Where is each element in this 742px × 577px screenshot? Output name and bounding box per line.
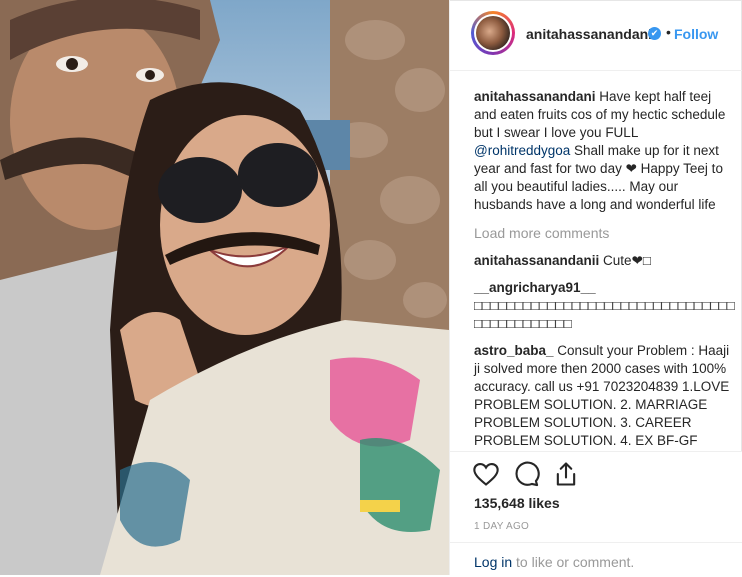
comment-username[interactable]: anitahassanandanii xyxy=(474,253,599,268)
share-button[interactable] xyxy=(552,460,580,488)
like-button[interactable] xyxy=(472,460,500,488)
post-photo[interactable] xyxy=(0,0,449,575)
comment-text: □□□□□□□□□□□□□□□□□□□□□□□□□□□□□□□□□□□□□□□□… xyxy=(474,298,735,331)
post-sidebar: anitahassanandani ✔ • Follow anitahassan… xyxy=(449,0,742,576)
avatar-image xyxy=(476,16,510,50)
load-more-comments-button[interactable]: Load more comments xyxy=(474,224,736,242)
comment-username[interactable]: astro_baba_ xyxy=(474,343,554,358)
comment-icon xyxy=(515,461,540,487)
post-timestamp[interactable]: 1 DAY AGO xyxy=(474,521,529,532)
comment-item: astro_baba_ Consult your Problem : Haaji… xyxy=(474,342,736,468)
share-icon xyxy=(556,462,576,486)
avatar-ring xyxy=(474,14,512,52)
login-prompt-text: to like or comment. xyxy=(512,554,635,570)
follow-button[interactable]: Follow xyxy=(674,26,718,42)
comments-section: anitahassanandani Have kept half teej an… xyxy=(474,88,736,477)
likes-count[interactable]: 135,648 likes xyxy=(474,495,560,511)
verified-badge-icon: ✔ xyxy=(648,27,661,40)
caption: anitahassanandani Have kept half teej an… xyxy=(474,88,736,214)
photo-illustration xyxy=(0,0,449,575)
post-header: anitahassanandani ✔ • Follow xyxy=(450,0,742,71)
comment-text: Consult your Problem : Haaji ji solved m… xyxy=(474,343,730,466)
heart-icon xyxy=(473,463,499,486)
username-link[interactable]: anitahassanandani xyxy=(526,26,652,42)
actions-bar: 135,648 likes 1 DAY AGO Log in to like o… xyxy=(450,451,742,576)
caption-mention-link[interactable]: @rohitreddygoa xyxy=(474,143,570,158)
separator-dot: • xyxy=(666,24,671,40)
login-link[interactable]: Log in xyxy=(474,554,512,570)
comment-item: __angricharya91__ □□□□□□□□□□□□□□□□□□□□□□… xyxy=(474,279,736,333)
comment-button[interactable] xyxy=(512,460,540,488)
comment-text: Cute❤□ xyxy=(599,253,652,268)
login-prompt: Log in to like or comment. xyxy=(474,554,634,570)
comment-username[interactable]: __angricharya91__ xyxy=(474,280,596,295)
login-row: Log in to like or comment. xyxy=(450,542,742,577)
avatar[interactable] xyxy=(471,11,515,55)
comment-item: anitahassanandanii Cute❤□ xyxy=(474,252,736,270)
caption-username[interactable]: anitahassanandani xyxy=(474,89,596,104)
